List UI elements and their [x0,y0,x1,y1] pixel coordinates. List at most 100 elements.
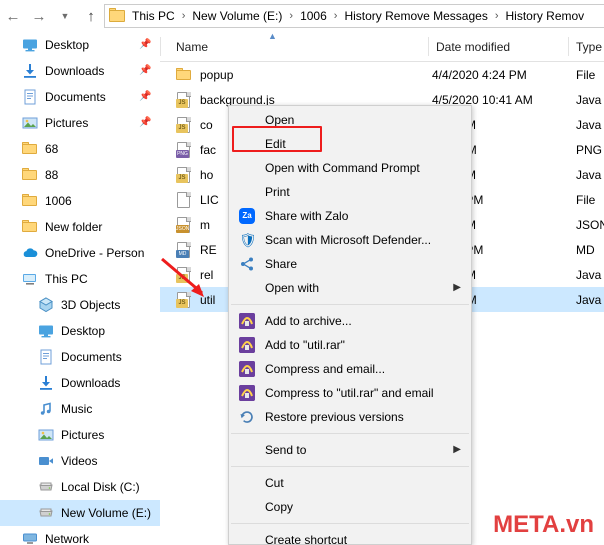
sidebar-item-3d-objects[interactable]: 3D Objects [0,292,160,318]
sidebar-item-downloads[interactable]: Downloads [0,370,160,396]
sidebar-item-label: 68 [45,142,59,156]
network-icon [22,531,38,545]
breadcrumb-item-3[interactable]: History Remove Messages [342,9,489,23]
sidebar-item-label: New Volume (E:) [61,506,152,520]
sidebar-item-this-pc[interactable]: This PC [0,266,160,292]
menu-item-label: Restore previous versions [265,410,404,424]
pin-icon[interactable]: 📌 [139,117,151,128]
sidebar-item-pictures[interactable]: Pictures [0,422,160,448]
folder-icon [22,219,38,235]
address-bar[interactable]: This PC › New Volume (E:) › 1006 › Histo… [104,4,604,28]
sidebar-item-new-volume-e[interactable]: New Volume (E:) [0,500,160,526]
breadcrumb-item-4[interactable]: History Remov [504,9,587,23]
file-icon [176,191,192,208]
arrow-right-icon: → [31,7,47,25]
onedrive-icon [22,245,38,261]
forward-button[interactable]: → [26,3,52,29]
menu-item-cut[interactable]: Cut [229,471,471,495]
menu-item-share-with-zalo[interactable]: Za Share with Zalo [229,204,471,228]
sidebar-item-documents[interactable]: Documents [0,344,160,370]
sidebar-item-documents[interactable]: Documents 📌 [0,84,160,110]
arrow-up-icon: ↑ [87,7,95,25]
menu-item-open[interactable]: Open [229,108,471,132]
drive-icon [38,505,54,521]
menu-item-scan-with-microsoft-defender[interactable]: 🛡 Scan with Microsoft Defender... [229,228,471,252]
sidebar-item-label: Network [45,532,90,545]
menu-item-compress-and-email[interactable]: Compress and email... [229,357,471,381]
sidebar-item-1006[interactable]: 1006 [0,188,160,214]
file-type: Java [576,292,602,307]
winrar-icon [239,337,255,353]
column-header-name[interactable]: Name [176,40,208,54]
pictures-icon [38,427,54,443]
menu-item-send-to[interactable]: Send to ▶ [229,438,471,462]
navigation-pane[interactable]: Desktop 📌 Downloads 📌 Documents 📌 Pictures 📌 68 8… [0,32,160,545]
share-icon [239,256,255,272]
file-name: popup [200,67,234,82]
menu-item-compress-to-util-rar-and-email[interactable]: Compress to "util.rar" and email [229,381,471,405]
menu-item-label: Open with Command Prompt [265,161,420,175]
sidebar-item-desktop[interactable]: Desktop 📌 [0,32,160,58]
sidebar-item-label: Desktop [45,38,90,52]
menu-item-restore-previous-versions[interactable]: Restore previous versions [229,405,471,429]
videos-icon [38,453,54,469]
menu-item-create-shortcut[interactable]: Create shortcut [229,528,471,545]
menu-item-label: Add to archive... [265,314,352,328]
breadcrumb-item-2[interactable]: 1006 [298,9,329,23]
pin-icon[interactable]: 📌 [139,91,151,102]
menu-separator [231,466,469,467]
up-button[interactable]: ↑ [78,3,104,29]
breadcrumb-separator-icon[interactable]: › [284,10,298,22]
menu-item-open-with-command-prompt[interactable]: Open with Command Prompt [229,156,471,180]
sidebar-item-network[interactable]: Network [0,526,160,545]
sidebar-item-label: Pictures [61,428,105,442]
menu-item-copy[interactable]: Copy [229,495,471,519]
watermark: META.vn [493,511,594,538]
documents-icon [22,89,38,105]
png-file-icon: PNG [176,141,192,158]
breadcrumb-separator-icon[interactable]: › [177,10,191,22]
json-file-icon: JSON [176,216,192,233]
table-row[interactable]: popup 4/4/2020 4:24 PM File [160,62,604,87]
menu-item-share[interactable]: Share [229,252,471,276]
sidebar-item-88[interactable]: 88 [0,162,160,188]
breadcrumb-item-0[interactable]: This PC [130,9,177,23]
sidebar-item-new-folder[interactable]: New folder [0,214,160,240]
js-file-icon: JS [176,116,192,133]
downloads-icon [22,63,38,79]
sidebar-item-onedrive-person[interactable]: OneDrive - Person [0,240,160,266]
pin-icon[interactable]: 📌 [139,39,151,50]
chevron-right-icon: ▶ [453,282,461,293]
file-explorer-window: ← → ▼ ↑ This PC › New Volume (E:) › 1006… [0,0,604,545]
file-type: Java [576,117,602,132]
sidebar-item-videos[interactable]: Videos [0,448,160,474]
breadcrumb-item-1[interactable]: New Volume (E:) [190,9,284,23]
sidebar-item-music[interactable]: Music [0,396,160,422]
file-type: JSON [576,217,604,232]
menu-item-open-with[interactable]: Open with ▶ [229,276,471,300]
pin-icon[interactable]: 📌 [139,65,151,76]
menu-item-edit[interactable]: Edit [229,132,471,156]
breadcrumb-separator-icon[interactable]: › [329,10,343,22]
winrar-icon [239,385,255,401]
context-menu[interactable]: Open Edit Open with Command Prompt Print Za S… [228,105,472,545]
menu-item-add-to-archive[interactable]: Add to archive... [229,309,471,333]
breadcrumb-separator-icon[interactable]: › [490,10,504,22]
arrow-left-icon: ← [5,7,21,25]
menu-item-add-to-util-rar[interactable]: Add to "util.rar" [229,333,471,357]
sidebar-item-pictures[interactable]: Pictures 📌 [0,110,160,136]
recent-locations-button[interactable]: ▼ [52,3,78,29]
back-button[interactable]: ← [0,3,26,29]
sidebar-item-local-disk-c[interactable]: Local Disk (C:) [0,474,160,500]
file-type: File [576,192,596,207]
menu-item-label: Open [265,113,295,127]
menu-item-print[interactable]: Print [229,180,471,204]
menu-item-label: Open with [265,281,320,295]
menu-separator [231,523,469,524]
column-header-date-modified[interactable]: Date modified [436,40,510,54]
sidebar-item-desktop[interactable]: Desktop [0,318,160,344]
sidebar-item-68[interactable]: 68 [0,136,160,162]
sidebar-item-downloads[interactable]: Downloads 📌 [0,58,160,84]
menu-item-label: Copy [265,500,294,514]
column-header-type[interactable]: Type [576,40,602,54]
